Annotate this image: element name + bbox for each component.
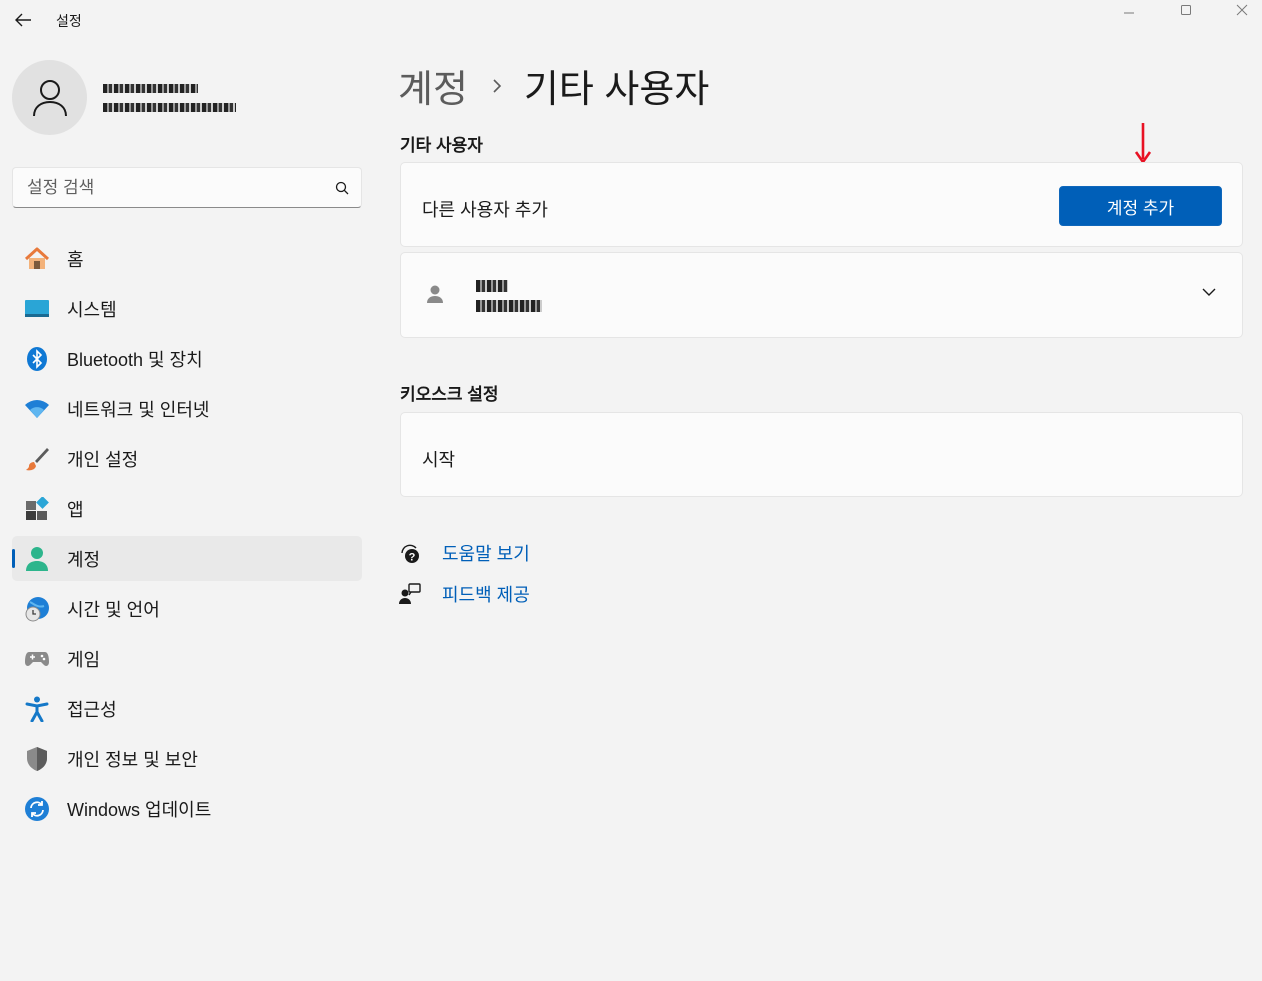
accessibility-icon [24, 696, 50, 722]
sidebar-item-label: 홈 [67, 249, 84, 270]
sidebar-item-personalization[interactable]: 개인 설정 [12, 436, 362, 481]
sidebar-item-label: 개인 설정 [67, 449, 139, 470]
user-name-redacted [476, 280, 508, 292]
sidebar-item-apps[interactable]: 앱 [12, 486, 362, 531]
account-icon [24, 546, 50, 572]
sidebar-item-bluetooth[interactable]: Bluetooth 및 장치 [12, 336, 362, 381]
bluetooth-icon [24, 346, 50, 372]
wifi-icon [24, 396, 50, 422]
person-icon [32, 79, 67, 116]
sidebar-item-label: 개인 정보 및 보안 [67, 749, 198, 770]
sidebar-item-label: 접근성 [67, 699, 117, 720]
back-button[interactable] [8, 6, 38, 34]
maximize-icon [1181, 5, 1191, 15]
apps-icon [24, 496, 50, 522]
search-box[interactable] [12, 167, 362, 208]
svg-text:?: ? [409, 552, 416, 564]
sidebar-item-accounts[interactable]: 계정 [12, 536, 362, 581]
clock-globe-icon [24, 596, 50, 622]
sidebar-item-label: 시스템 [67, 299, 117, 320]
sidebar-item-network[interactable]: 네트워크 및 인터넷 [12, 386, 362, 431]
home-icon [24, 246, 50, 272]
add-account-button[interactable]: 계정 추가 [1059, 186, 1222, 226]
breadcrumb-parent[interactable]: 계정 [398, 58, 468, 113]
section-title-other-users: 기타 사용자 [400, 136, 483, 155]
sidebar-item-label: Windows 업데이트 [67, 799, 212, 820]
sidebar-item-system[interactable]: 시스템 [12, 286, 362, 331]
profile-name-redacted [103, 83, 198, 93]
section-title-kiosk: 키오스크 설정 [400, 385, 499, 404]
close-icon [1236, 4, 1248, 16]
person-icon [427, 285, 443, 303]
avatar [12, 60, 87, 135]
back-arrow-icon [15, 13, 31, 27]
close-button[interactable] [1214, 0, 1262, 20]
breadcrumb: 계정 기타 사용자 [398, 58, 709, 113]
sidebar-item-privacy-security[interactable]: 개인 정보 및 보안 [12, 736, 362, 781]
sidebar-item-label: 네트워크 및 인터넷 [67, 399, 210, 420]
maximize-button[interactable] [1158, 0, 1214, 20]
feedback-link-row[interactable]: 피드백 제공 [398, 581, 530, 607]
user-type-redacted [476, 300, 542, 312]
annotation-arrow-icon [1134, 123, 1152, 164]
feedback-link[interactable]: 피드백 제공 [442, 581, 530, 607]
brush-icon [24, 446, 50, 472]
sidebar-item-accessibility[interactable]: 접근성 [12, 686, 362, 731]
system-icon [24, 296, 50, 322]
help-link[interactable]: 도움말 보기 [442, 540, 530, 566]
user-account-card[interactable] [400, 252, 1243, 338]
sidebar-item-label: Bluetooth 및 장치 [67, 349, 203, 370]
gamepad-icon [24, 646, 50, 672]
shield-icon [24, 746, 50, 772]
sidebar-item-time-language[interactable]: 시간 및 언어 [12, 586, 362, 631]
search-input[interactable] [27, 177, 335, 198]
update-icon [24, 796, 50, 822]
title-bar: 설정 [0, 0, 1262, 40]
sidebar-item-home[interactable]: 홈 [12, 236, 362, 281]
app-title: 설정 [56, 13, 82, 29]
sidebar-item-label: 게임 [67, 649, 101, 670]
sidebar-item-gaming[interactable]: 게임 [12, 636, 362, 681]
minimize-icon [1124, 12, 1134, 14]
add-user-label: 다른 사용자 추가 [422, 200, 548, 220]
minimize-button[interactable] [1101, 0, 1157, 20]
sidebar-item-windows-update[interactable]: Windows 업데이트 [12, 786, 362, 831]
help-icon: ? [398, 541, 422, 565]
sidebar-item-label: 계정 [67, 549, 101, 570]
kiosk-start-card[interactable]: 시작 [400, 412, 1243, 497]
chevron-down-icon[interactable] [1201, 286, 1217, 298]
page-title: 기타 사용자 [523, 69, 710, 111]
sidebar-nav: 홈 시스템 Bluetooth 및 장치 네트워크 및 인터넷 개인 설정 앱 [12, 236, 362, 836]
chevron-right-icon [492, 78, 502, 94]
kiosk-start-label: 시작 [422, 450, 456, 470]
sidebar-item-label: 앱 [67, 499, 84, 520]
add-user-card: 다른 사용자 추가 계정 추가 [400, 162, 1243, 247]
profile-email-redacted [103, 102, 236, 112]
user-profile[interactable] [12, 60, 236, 135]
help-link-row[interactable]: ? 도움말 보기 [398, 540, 530, 566]
sidebar-item-label: 시간 및 언어 [67, 599, 160, 620]
search-icon[interactable] [335, 181, 349, 195]
feedback-icon [398, 582, 422, 606]
